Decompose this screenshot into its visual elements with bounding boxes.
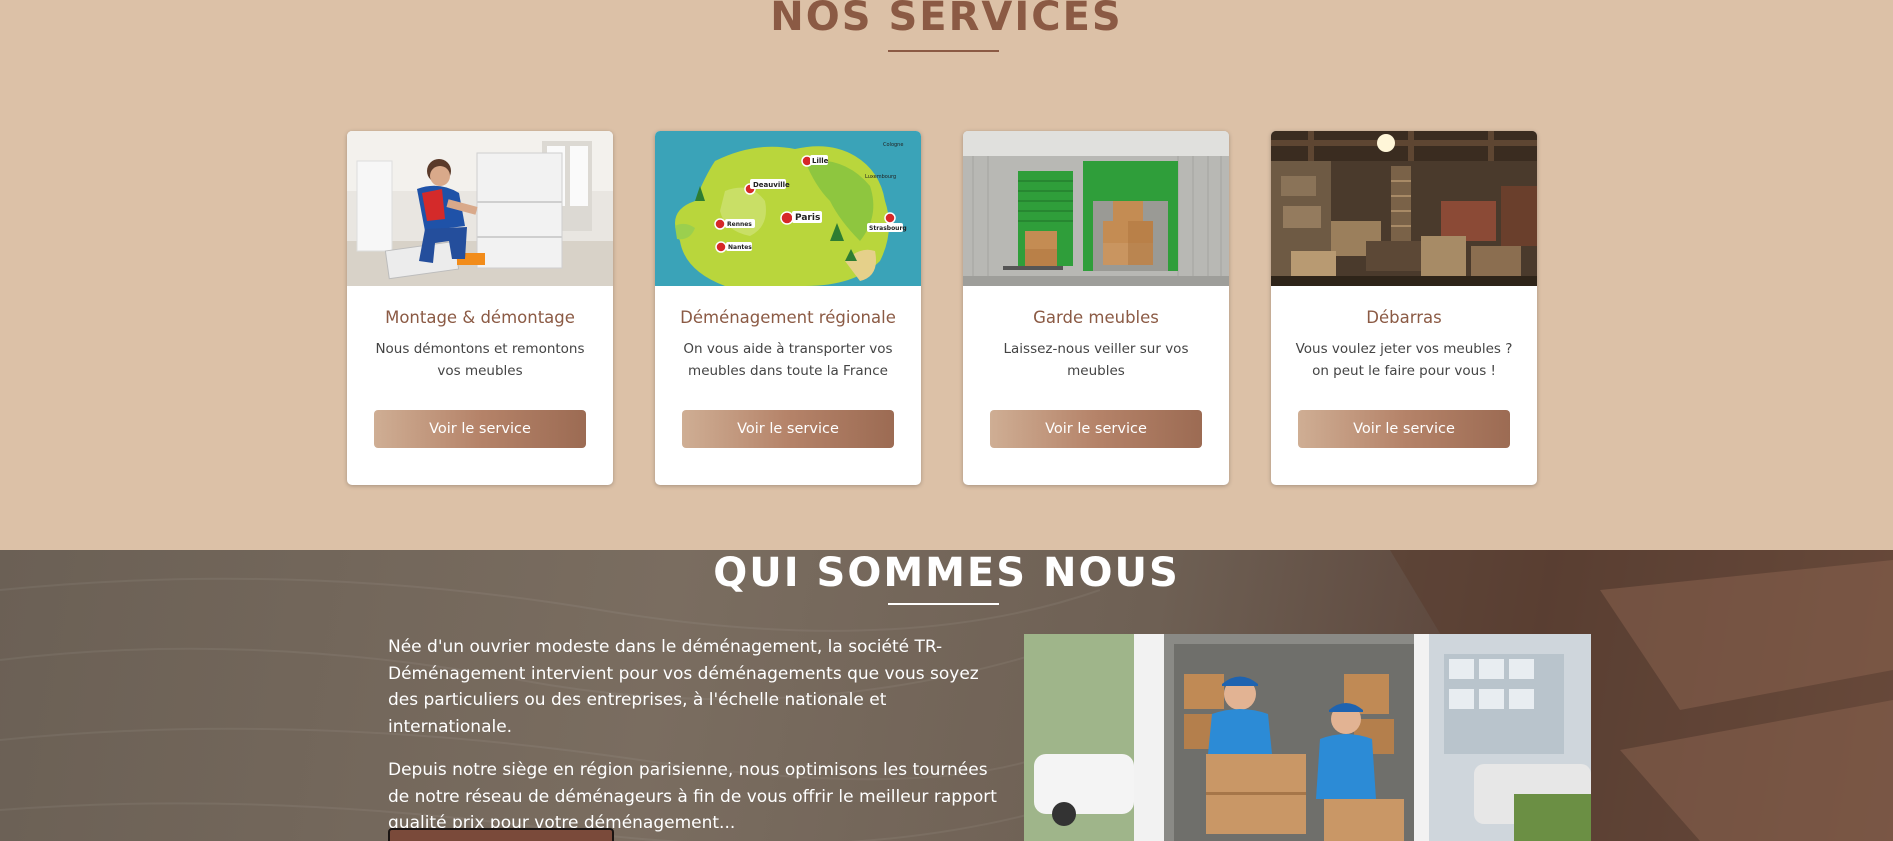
map-label: Luxembourg (865, 174, 896, 180)
map-label: Cologne (883, 142, 903, 148)
movers-image (1024, 634, 1591, 841)
voir-le-service-button[interactable]: Voir le service (1298, 410, 1510, 448)
about-section: QUI SOMMES NOUS Née d'un ouvrier modeste… (0, 550, 1893, 841)
service-description: Nous démontons et remontons vos meubles (375, 341, 585, 379)
about-paragraph-1: Née d'un ouvrier modeste dans le déménag… (388, 637, 979, 737)
cluttered-basement-image (1271, 131, 1537, 286)
voir-le-service-button[interactable]: Voir le service (682, 410, 894, 448)
about-paragraph-2: Depuis notre siège en région parisienne,… (388, 760, 997, 833)
about-text: Née d'un ouvrier modeste dans le déménag… (388, 634, 1008, 841)
about-title: QUI SOMMES NOUS (713, 550, 1180, 596)
service-description: On vous aide à transporter vos meubles d… (683, 341, 893, 379)
service-card-montage: Montage & démontage Nous démontons et re… (347, 131, 613, 485)
service-card-demenagement-regionale: Deauville Lille Paris Rennes Nantes Stra… (655, 131, 921, 485)
service-title: Montage & démontage (385, 308, 575, 327)
service-description: Vous voulez jeter vos meubles ? on peut … (1295, 341, 1513, 379)
map-label: Nantes (728, 244, 752, 251)
map-label: Deauville (753, 181, 790, 189)
map-label: Strasbourg (869, 225, 907, 232)
services-title: NOS SERVICES (770, 0, 1123, 40)
map-label: Lille (812, 157, 829, 165)
about-more-button[interactable] (388, 828, 614, 841)
service-title: Garde meubles (1033, 308, 1159, 327)
service-card-debarras: Débarras Vous voulez jeter vos meubles ?… (1271, 131, 1537, 485)
service-title: Déménagement régionale (680, 308, 896, 327)
service-description: Laissez-nous veiller sur vos meubles (1003, 341, 1189, 379)
services-title-underline (888, 50, 999, 52)
services-section: NOS SERVICES Montage & démontage Nous dé… (0, 0, 1893, 550)
about-title-underline (888, 603, 999, 605)
map-label: Paris (795, 213, 820, 223)
voir-le-service-button[interactable]: Voir le service (374, 410, 586, 448)
france-map-image: Deauville Lille Paris Rennes Nantes Stra… (655, 131, 921, 286)
storage-units-image (963, 131, 1229, 286)
furniture-assembly-image (347, 131, 613, 286)
voir-le-service-button[interactable]: Voir le service (990, 410, 1202, 448)
map-label: Rennes (727, 221, 752, 228)
service-title: Débarras (1366, 308, 1442, 327)
service-card-garde-meubles: Garde meubles Laissez-nous veiller sur v… (963, 131, 1229, 485)
